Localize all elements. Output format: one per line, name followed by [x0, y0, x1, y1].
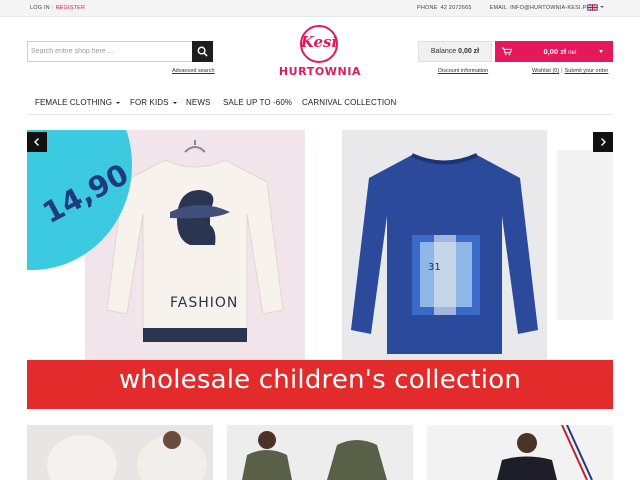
wishlist-link[interactable]: Wishlist (0) — [532, 68, 559, 74]
cart-button[interactable]: 0,00 zł net — [495, 41, 613, 62]
nav-item-for-kids[interactable]: FOR KIDS — [130, 98, 177, 107]
chevron-down-icon[interactable] — [600, 6, 604, 8]
nav-item-carnival-collection[interactable]: CARNIVAL COLLECTION — [302, 98, 396, 107]
logo-script: Kesi — [300, 33, 338, 51]
login-link[interactable]: LOG IN — [30, 5, 50, 11]
chevron-down-icon — [172, 101, 177, 104]
nav-item-label: NEWS — [186, 98, 211, 107]
submit-order-link[interactable]: Submit your order — [565, 68, 609, 74]
balance-value: 0,00 zł — [458, 48, 480, 55]
product-image-partial — [557, 150, 613, 320]
main-nav: FEMALE CLOTHING FOR KIDS NEWS SALE UP TO… — [27, 93, 613, 115]
cart-net-label: net — [568, 50, 577, 56]
balance-button[interactable]: Balance 0,00 zł — [418, 41, 492, 62]
nav-item-label: SALE UP TO -60% — [223, 98, 293, 107]
nav-item-sale[interactable]: SALE UP TO -60% — [223, 98, 292, 107]
phone-value: 42 2072665 — [440, 5, 472, 11]
chevron-down-icon — [116, 101, 121, 104]
advanced-search-link[interactable]: Advanced search — [172, 68, 215, 74]
balance-label: Balance — [430, 48, 457, 55]
phone-label: PHONE — [417, 5, 438, 11]
search-input[interactable] — [27, 41, 192, 62]
nav-item-label: FOR KIDS — [130, 98, 169, 107]
category-tile[interactable] — [27, 425, 213, 480]
uk-flag-icon[interactable] — [587, 4, 598, 11]
cart-icon — [502, 47, 512, 56]
nav-item-news[interactable]: NEWS — [186, 98, 210, 107]
nav-item-female-clothing[interactable]: FEMALE CLOTHING — [35, 98, 121, 107]
promo-banner[interactable]: wholesale children's collection — [27, 360, 613, 409]
logo-name: HURTOWNIA — [278, 65, 362, 78]
category-tile[interactable] — [227, 425, 413, 480]
top-bar: LOG IN | REGISTER PHONE 42 2072665 EMAIL INFO… — [0, 0, 640, 17]
chevron-down-icon[interactable] — [599, 50, 603, 53]
tile-image — [47, 431, 207, 480]
promo-banner-text: wholesale children's collection — [118, 365, 522, 395]
contact-info: PHONE 42 2072665 EMAIL INFO@HURTOWNIA-KESI.… — [417, 5, 608, 11]
hero-slider: FASHION 31 14,90 — [27, 130, 613, 360]
svg-text:31: 31 — [428, 262, 441, 273]
separator: | — [51, 5, 54, 11]
search-button[interactable] — [192, 41, 213, 62]
shirt-illustration: 31 — [351, 153, 538, 354]
slider-next-button[interactable] — [593, 132, 613, 152]
chevron-right-icon — [601, 138, 606, 146]
slider-prev-button[interactable] — [27, 132, 47, 152]
register-link[interactable]: REGISTER — [55, 5, 85, 11]
cart-total: 0,00 zł net — [535, 41, 585, 64]
search-icon — [197, 46, 208, 57]
category-tile[interactable] — [427, 425, 613, 480]
tile-image — [242, 431, 387, 480]
email-label: EMAIL — [489, 5, 508, 11]
shirt-print-text: FASHION — [170, 295, 239, 311]
logo[interactable]: Kesi HURTOWNIA — [274, 25, 366, 80]
nav-item-label: FEMALE CLOTHING — [35, 98, 113, 107]
discount-info-link[interactable]: Discount information — [438, 68, 488, 74]
nav-item-label: CARNIVAL COLLECTION — [302, 98, 397, 107]
product-image-boys-top: 31 — [342, 130, 547, 360]
email-value[interactable]: INFO@HURTOWNIA-KESI.PL — [510, 5, 589, 11]
tile-image — [497, 425, 593, 480]
chevron-left-icon — [34, 138, 39, 146]
cart-total-value: 0,00 zł — [543, 47, 567, 56]
search-bar — [27, 41, 213, 62]
separator: | — [561, 68, 563, 74]
wishlist-links: Wishlist (0) | Submit your order — [532, 68, 608, 74]
account-links: LOG IN | REGISTER — [30, 5, 85, 11]
